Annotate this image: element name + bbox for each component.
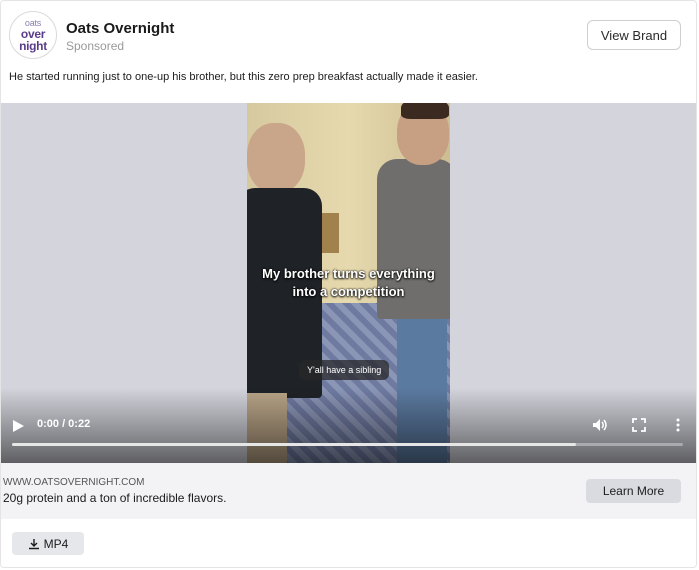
video-text-sticker: Y'all have a sibling	[299, 360, 390, 380]
download-mp4-button[interactable]: MP4	[12, 532, 84, 555]
ad-card: oats over night Oats Overnight Sponsored…	[0, 0, 697, 568]
brand-name[interactable]: Oats Overnight	[66, 20, 174, 37]
sponsored-label: Sponsored	[66, 39, 125, 53]
learn-more-button[interactable]: Learn More	[586, 479, 681, 503]
volume-icon[interactable]	[592, 417, 608, 433]
person-left-head	[247, 123, 305, 193]
video-time-display: 0:00 / 0:22	[37, 418, 91, 430]
download-label: MP4	[43, 536, 69, 551]
video-player[interactable]: My brother turns everything into a compe…	[1, 103, 696, 463]
fullscreen-icon[interactable]	[631, 417, 647, 433]
video-subtitle: My brother turns everything into a compe…	[247, 265, 450, 301]
person-right-hair	[401, 103, 449, 119]
subtitle-line-1: My brother turns everything	[262, 266, 435, 281]
video-progress-bar[interactable]	[12, 443, 683, 446]
subtitle-line-2: into a competition	[292, 284, 405, 299]
ad-description: 20g protein and a ton of incredible flav…	[3, 491, 227, 505]
view-brand-button[interactable]: View Brand	[587, 20, 681, 50]
ad-footer: WWW.OATSOVERNIGHT.COM 20g protein and a …	[1, 463, 696, 519]
more-options-icon[interactable]	[670, 417, 686, 433]
download-icon	[28, 538, 39, 549]
brand-logo[interactable]: oats over night	[9, 11, 57, 59]
ad-caption: He started running just to one-up his br…	[9, 71, 478, 83]
play-icon[interactable]	[11, 419, 25, 433]
logo-text-night: night	[19, 38, 47, 53]
video-progress-fill	[12, 443, 576, 446]
logo-text-over: over	[20, 26, 46, 41]
website-url[interactable]: WWW.OATSOVERNIGHT.COM	[3, 477, 144, 488]
